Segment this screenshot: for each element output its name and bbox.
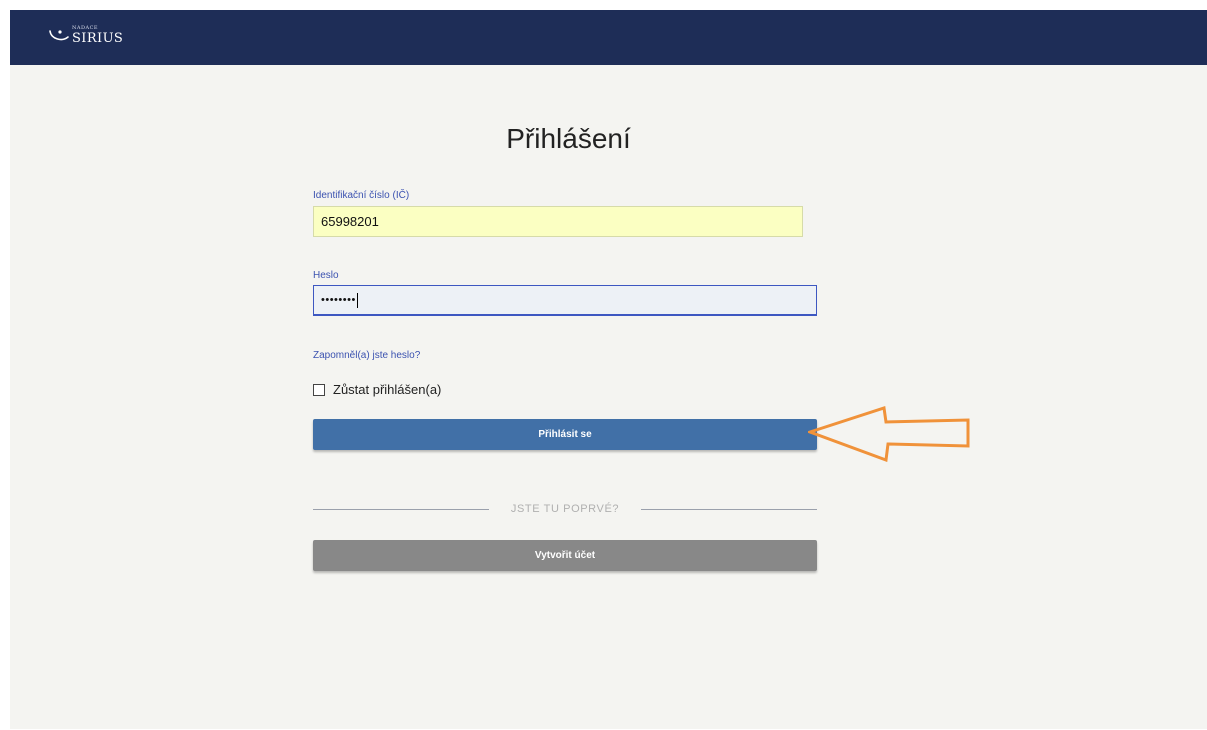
- divider-line-right: [641, 509, 817, 510]
- ic-input[interactable]: 65998201: [313, 206, 803, 237]
- create-account-button[interactable]: Vytvořit účet: [313, 540, 817, 571]
- password-masked-value: ••••••••: [321, 294, 356, 306]
- sirius-logo[interactable]: NADACE SIRIUS: [48, 26, 123, 45]
- password-field-label: Heslo: [313, 270, 339, 281]
- divider-line-left: [313, 509, 489, 510]
- login-button[interactable]: Přihlásit se: [313, 419, 817, 450]
- remember-me-label: Zůstat přihlášen(a): [333, 382, 442, 397]
- first-time-divider: JSTE TU POPRVÉ?: [313, 501, 817, 517]
- app-window: NADACE SIRIUS Přihlášení Identifikační č…: [10, 10, 1207, 729]
- page-title: Přihlášení: [506, 123, 631, 154]
- logo-brand-name: SIRIUS: [72, 31, 124, 46]
- password-input[interactable]: ••••••••: [313, 285, 817, 316]
- divider-text: JSTE TU POPRVÉ?: [510, 503, 620, 515]
- text-caret: [356, 292, 358, 308]
- crescent-star-icon: [49, 29, 69, 40]
- top-bar: NADACE SIRIUS: [10, 10, 1207, 65]
- ic-field-label: Identifikační číslo (IČ): [313, 190, 410, 201]
- arrow-left-outline-icon: [808, 406, 970, 462]
- remember-me-checkbox[interactable]: [313, 383, 325, 396]
- logo-text: NADACE SIRIUS: [72, 26, 124, 46]
- remember-me-option[interactable]: Zůstat přihlášen(a): [313, 382, 441, 397]
- forgot-password-link[interactable]: Zapomněl(a) jste heslo?: [313, 350, 420, 361]
